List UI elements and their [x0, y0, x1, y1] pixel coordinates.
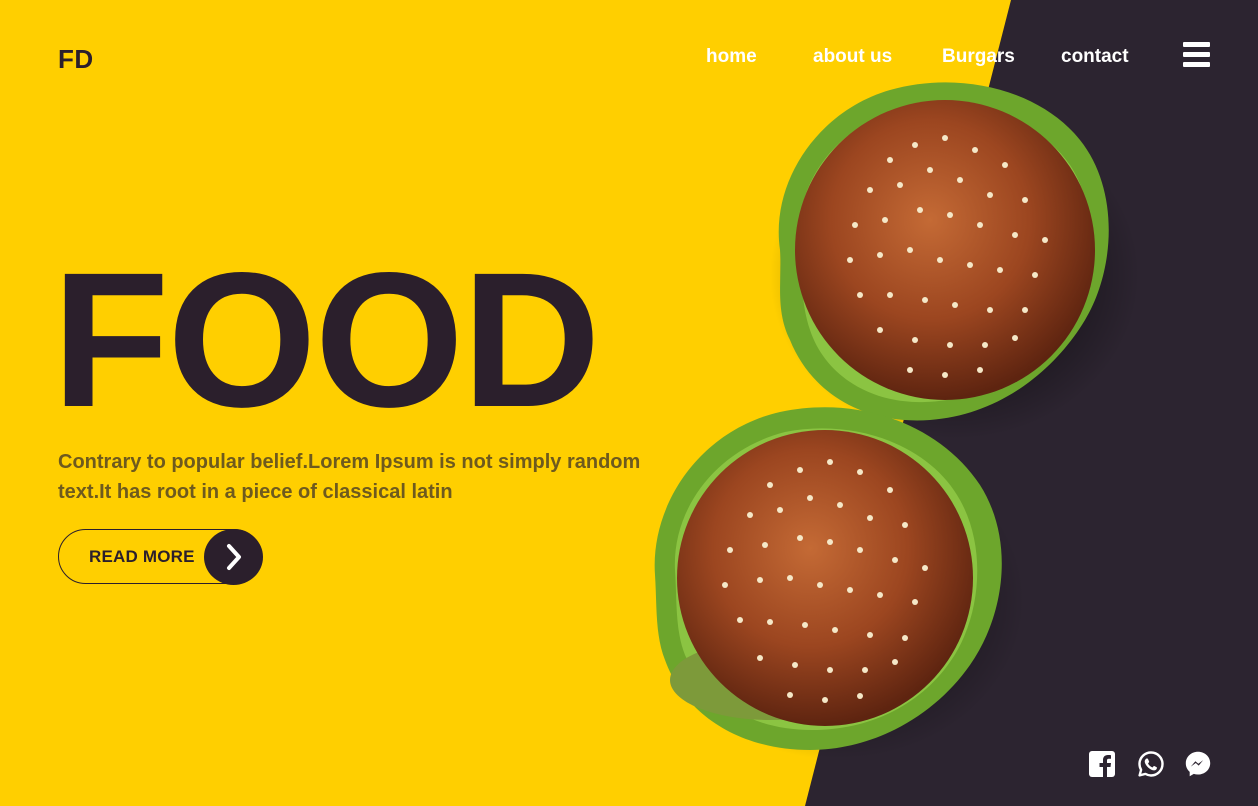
nav-link-about-us[interactable]: about us — [813, 46, 892, 68]
nav-link-contact[interactable]: contact — [1061, 46, 1129, 68]
hamburger-menu-icon[interactable] — [1183, 42, 1210, 67]
nav-link-burgars[interactable]: Burgars — [942, 46, 1015, 68]
messenger-icon[interactable] — [1184, 750, 1212, 778]
hero-description: Contrary to popular belief.Lorem Ipsum i… — [58, 451, 641, 503]
facebook-icon[interactable] — [1088, 750, 1116, 778]
hero-title: FOOD — [52, 232, 601, 447]
read-more-label: READ MORE — [89, 547, 195, 566]
burger-bottom — [654, 407, 1025, 760]
read-more-arrow-circle[interactable] — [203, 528, 263, 585]
read-more-button[interactable]: READ MORE — [58, 528, 263, 585]
chevron-right-icon — [226, 543, 241, 570]
whatsapp-icon[interactable] — [1137, 750, 1165, 778]
nav-link-home[interactable]: home — [706, 46, 757, 68]
burger-top — [770, 82, 1140, 440]
